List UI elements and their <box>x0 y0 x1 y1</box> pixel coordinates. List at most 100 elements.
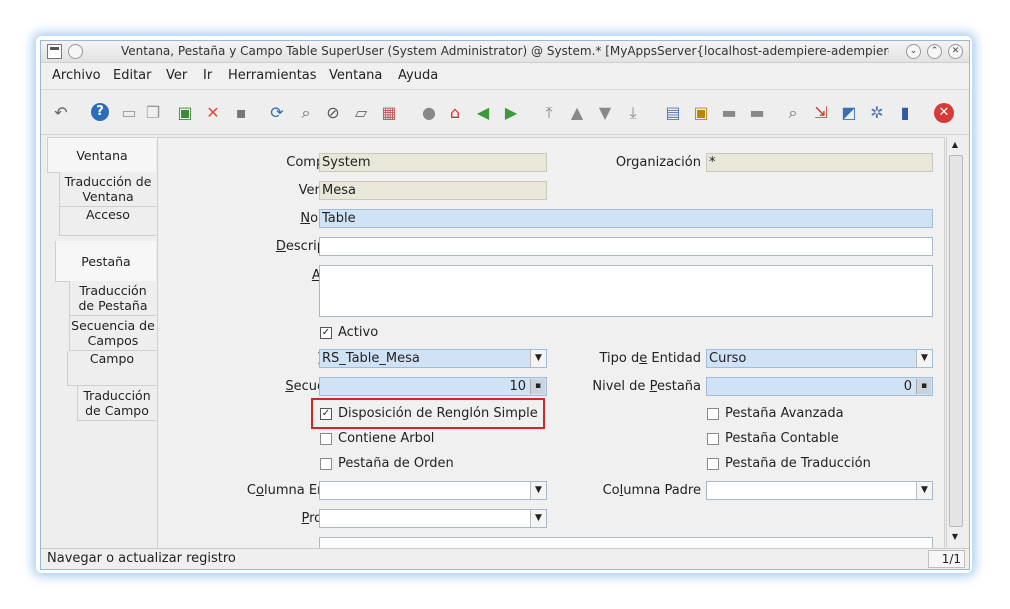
chevron-down-icon[interactable]: ▼ <box>916 482 932 499</box>
print-preview-icon[interactable]: ▬ <box>719 103 739 123</box>
scroll-thumb[interactable] <box>949 155 963 527</box>
history-icon[interactable]: ● <box>419 103 439 123</box>
secuencia-value: 10 <box>509 379 526 394</box>
calculator-icon[interactable]: ▪ <box>530 379 545 394</box>
chevron-down-icon[interactable]: ▼ <box>530 350 546 367</box>
new-record-icon[interactable]: ▭ <box>119 103 139 123</box>
scroll-up-icon[interactable]: ▲ <box>949 139 961 151</box>
grid-toggle-icon[interactable]: ▦ <box>379 103 399 123</box>
pestana-orden-checkbox[interactable]: Pestaña de Orden <box>320 456 454 471</box>
close-window-icon[interactable]: ✕ <box>948 44 963 59</box>
contiene-arbol-label: Contiene Arbol <box>338 431 435 446</box>
first-record-icon[interactable]: ⤒ <box>539 103 559 123</box>
menu-bar: Archivo Editar Ver Ir Herramientas Venta… <box>41 63 969 90</box>
menu-ayuda[interactable]: Ayuda <box>398 68 438 83</box>
columna-padre-select[interactable]: ▼ <box>706 481 933 500</box>
tab-acceso[interactable]: Acceso <box>59 207 156 236</box>
descripcion-field[interactable] <box>319 237 933 256</box>
columna-enlace-select[interactable]: ▼ <box>319 481 547 500</box>
vertical-scrollbar[interactable]: ▲ ▼ <box>946 137 964 547</box>
window-title: Ventana, Pestaña y Campo Table SuperUser… <box>121 44 889 58</box>
previous-record-icon[interactable]: ▲ <box>567 103 587 123</box>
tipo-entidad-value: Curso <box>709 351 747 366</box>
tabla-value: RS_Table_Mesa <box>322 351 420 366</box>
unchecked-box-icon <box>320 432 332 445</box>
nivel-pestana-field[interactable]: 0 ▪ <box>706 377 933 396</box>
chevron-down-icon[interactable]: ▼ <box>530 510 546 527</box>
menu-archivo[interactable]: Archivo <box>52 68 101 83</box>
window-menu-icon[interactable] <box>47 44 62 59</box>
secuencia-field[interactable]: 10 ▪ <box>319 377 547 396</box>
pestana-avanzada-label: Pestaña Avanzada <box>725 406 844 421</box>
next-record-icon[interactable]: ▼ <box>595 103 615 123</box>
pestana-traduccion-checkbox[interactable]: Pestaña de Traducción <box>707 456 871 471</box>
attachment-icon[interactable]: ⊘ <box>323 103 343 123</box>
delete-icon[interactable]: ✕ <box>203 103 223 123</box>
activo-checkbox[interactable]: ✓ Activo <box>320 325 378 340</box>
menu-ir[interactable]: Ir <box>203 68 212 83</box>
print-icon[interactable]: ▬ <box>747 103 767 123</box>
chevron-down-icon[interactable]: ▼ <box>916 350 932 367</box>
activo-check-icon: ✓ <box>320 326 332 339</box>
status-message: Navegar o actualizar registro <box>47 551 236 566</box>
keep-above-icon[interactable] <box>68 44 83 59</box>
tab-pestana[interactable]: Pestaña <box>55 241 156 282</box>
tab-traduccion-campo[interactable]: Traducción de Campo <box>77 386 156 421</box>
pestana-traduccion-label: Pestaña de Traducción <box>725 456 871 471</box>
tab-traduccion-pestana[interactable]: Traducción de Pestaña <box>69 281 156 316</box>
find-icon[interactable]: ⌕ <box>296 103 316 123</box>
home-icon[interactable]: ⌂ <box>445 103 465 123</box>
scroll-down-icon[interactable]: ▼ <box>949 531 961 543</box>
menu-ventana[interactable]: Ventana <box>329 68 382 83</box>
chat-icon[interactable]: ▱ <box>351 103 371 123</box>
proceso-select[interactable]: ▼ <box>319 509 547 528</box>
organizacion-field[interactable]: * <box>706 153 933 172</box>
tab-campo[interactable]: Campo <box>67 351 156 386</box>
pestana-contable-checkbox[interactable]: Pestaña Contable <box>707 431 839 446</box>
unchecked-box-icon <box>707 457 719 470</box>
last-record-icon[interactable]: ⤓ <box>623 103 643 123</box>
label-columna-padre: Columna Padre <box>602 483 701 498</box>
tab-ventana[interactable]: Ventana <box>47 137 156 173</box>
compania-field[interactable]: System <box>319 153 547 172</box>
undo-icon[interactable]: ↶ <box>51 103 71 123</box>
minimize-icon[interactable]: ⌄ <box>906 44 921 59</box>
nombre-field[interactable]: Table <box>319 209 933 228</box>
copy-record-icon[interactable]: ❐ <box>143 103 163 123</box>
workflow-icon[interactable]: ⇲ <box>811 103 831 123</box>
recycle-icon[interactable]: ▣ <box>175 103 195 123</box>
unchecked-box-icon <box>320 457 332 470</box>
status-bar: Navegar o actualizar registro 1/1 <box>41 548 969 569</box>
unchecked-box-icon <box>707 432 719 445</box>
product-info-icon[interactable]: ✲ <box>867 103 887 123</box>
request-icon[interactable]: ◩ <box>839 103 859 123</box>
save-icon[interactable]: ▪ <box>231 103 251 123</box>
tab-traduccion-ventana[interactable]: Traducción de Ventana <box>59 172 156 207</box>
tab-secuencia-campos[interactable]: Secuencia de Campos <box>69 316 156 351</box>
report-icon[interactable]: ▤ <box>663 103 683 123</box>
chevron-down-icon[interactable]: ▼ <box>530 482 546 499</box>
ayuda-textarea[interactable] <box>319 265 933 317</box>
refresh-icon[interactable]: ⟳ <box>267 103 287 123</box>
maximize-icon[interactable]: ⌃ <box>927 44 942 59</box>
tab-list: Ventana Traducción de Ventana Acceso Pes… <box>41 135 159 549</box>
nivel-pestana-value: 0 <box>903 379 912 394</box>
detail-record-icon[interactable]: ▶ <box>501 103 521 123</box>
tipo-entidad-select[interactable]: Curso ▼ <box>706 349 933 368</box>
calculator-icon[interactable]: ▪ <box>916 379 931 394</box>
contiene-arbol-checkbox[interactable]: Contiene Arbol <box>320 431 434 446</box>
end-icon[interactable]: ▮ <box>895 103 915 123</box>
pestana-orden-label: Pestaña de Orden <box>338 456 454 471</box>
parent-record-icon[interactable]: ◀ <box>473 103 493 123</box>
help-icon[interactable]: ? <box>91 103 109 121</box>
menu-herramientas[interactable]: Herramientas <box>228 68 317 83</box>
form-panel: Compañía System Organización * Ventana M… <box>157 137 945 549</box>
archive-icon[interactable]: ▣ <box>691 103 711 123</box>
zoom-across-icon[interactable]: ⌕ <box>783 103 803 123</box>
pestana-avanzada-checkbox[interactable]: Pestaña Avanzada <box>707 406 844 421</box>
menu-ver[interactable]: Ver <box>166 68 187 83</box>
ventana-field[interactable]: Mesa <box>319 181 547 200</box>
tabla-select[interactable]: RS_Table_Mesa ▼ <box>319 349 547 368</box>
menu-editar[interactable]: Editar <box>113 68 152 83</box>
exit-icon[interactable]: ✕ <box>934 103 954 123</box>
